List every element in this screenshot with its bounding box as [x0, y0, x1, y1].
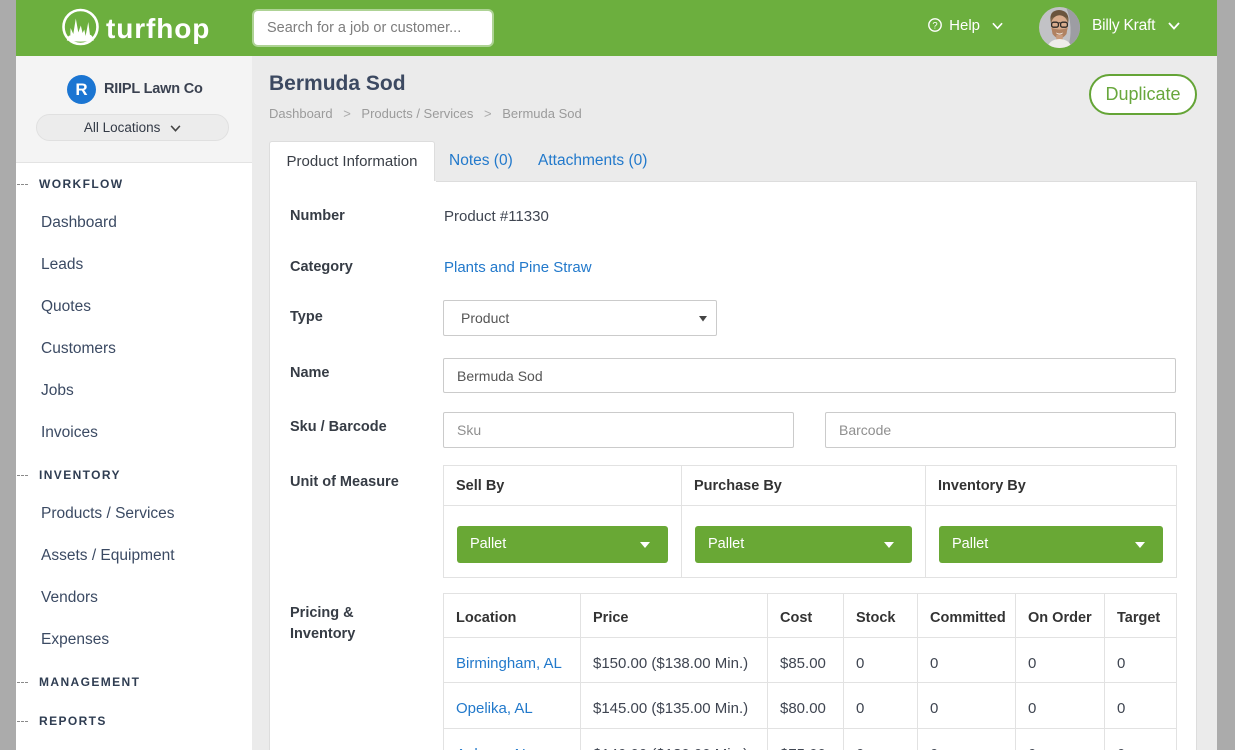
svg-text:?: ? [932, 21, 937, 32]
